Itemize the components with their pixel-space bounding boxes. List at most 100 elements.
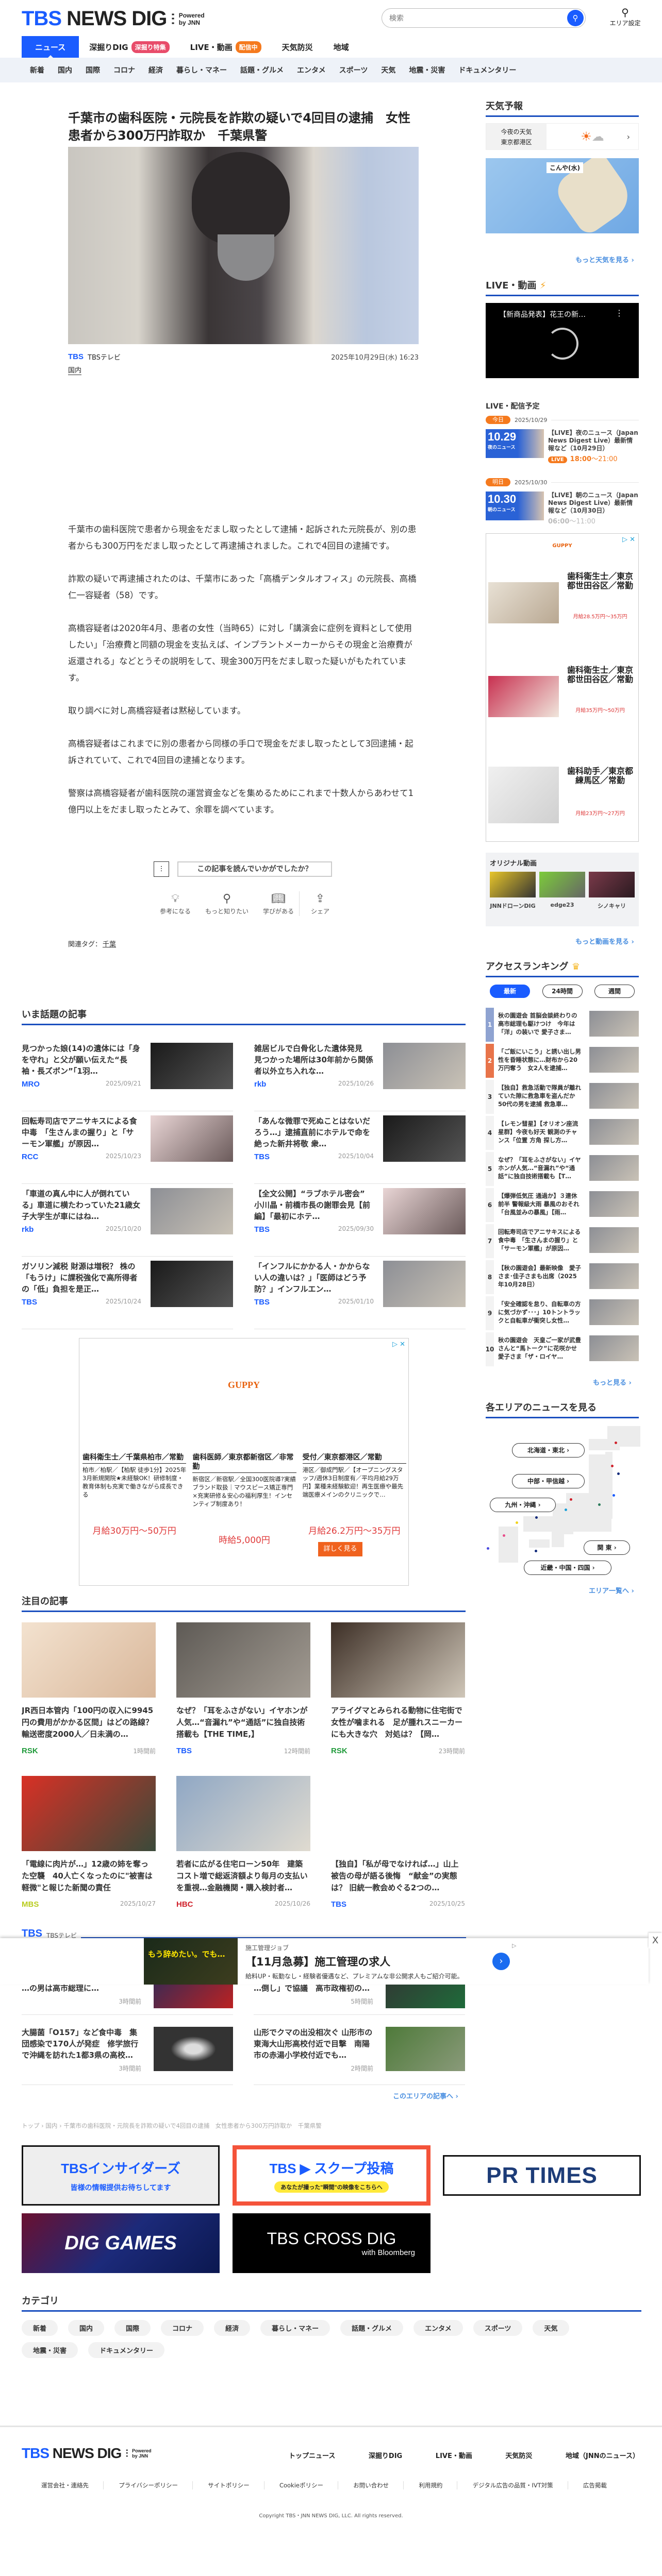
weather-map[interactable]: こんや(水) xyxy=(486,158,639,233)
area-button-hokkaido-tohoku[interactable]: 北海道・東北 › xyxy=(512,1443,585,1458)
category-chip[interactable]: ドキュメンタリー xyxy=(88,2342,165,2358)
subnav-item[interactable]: 暮らし・マネー xyxy=(176,65,227,75)
adchoices-close-icon[interactable]: ▷ ✕ xyxy=(392,1341,405,1348)
footer-nav-link[interactable]: LIVE・動画 xyxy=(436,2450,472,2460)
tab-region[interactable]: 地域 xyxy=(323,36,359,58)
category-chip[interactable]: コロナ xyxy=(161,2320,204,2336)
article-category-link[interactable]: 国内 xyxy=(68,365,82,375)
subnav-item[interactable]: エンタメ xyxy=(297,65,326,75)
ranking-item[interactable]: 2 「ご飯にいこう」と誘い出し男性を昏睡状態に…財布から20万円奪う 女2人を逮捕… xyxy=(486,1044,639,1078)
overlay-ad[interactable]: もう辞めたい。でも… 施工管理ジョブ 【11月急募】施工管理の求人 給料UP・転… xyxy=(0,1938,649,1985)
ranking-item[interactable]: 6 【爆弾低気圧 通過か】３連休前半 警報級大雨 暴風のおそれ「台風並みの暴風」【… xyxy=(486,1188,639,1222)
subnav-item[interactable]: 話題・グルメ xyxy=(240,65,284,75)
footer-nav-link[interactable]: 地域（JNNのニュース） xyxy=(566,2450,639,2460)
site-logo[interactable]: TBS NEWS DIG ⵗ Powered by JNN xyxy=(22,7,205,30)
footer-logo[interactable]: TBS NEWS DIG ⵗ Powered by JNN xyxy=(22,2445,152,2462)
area-setting-button[interactable]: ⚲ エリア設定 xyxy=(606,6,644,27)
live-schedule-item[interactable]: 10.29 夜のニュース 【LIVE】夜のニュース（Japan News Dige… xyxy=(486,429,639,463)
subnav-item[interactable]: 経済 xyxy=(148,65,163,75)
category-chip[interactable]: 暮らし・マネー xyxy=(260,2320,330,2336)
subnav-item[interactable]: スポーツ xyxy=(339,65,368,75)
chevron-right-icon[interactable]: › xyxy=(492,1953,510,1970)
area-button-kyushu-okinawa[interactable]: 九州・沖縄 › xyxy=(490,1498,556,1512)
article-list-item[interactable]: 大腸菌「O157」など食中毒 集団感染で170人が発症 修学旅行で沖縄を訪れた1… xyxy=(22,2027,233,2085)
dig-games-banner[interactable]: DIG GAMES xyxy=(22,2213,220,2273)
subnav-item[interactable]: 地震・災害 xyxy=(409,65,445,75)
category-chip[interactable]: スポーツ xyxy=(473,2320,523,2336)
tbs-insiders-banner[interactable]: TBSインサイダーズ 皆様の情報提供お待ちしてます xyxy=(22,2145,220,2206)
article-list-item[interactable]: 「あんな微罪で死ぬことはないだろう…」逮捕直前にホテルで命を絶った新井将敬 衆…… xyxy=(254,1111,466,1184)
footer-link[interactable]: 広告掲載 xyxy=(583,2481,621,2489)
original-video-item[interactable]: JNNドローンDIG xyxy=(490,872,536,910)
area-more-link[interactable]: このエリアの記事へ › xyxy=(393,2091,458,2100)
ranking-item[interactable]: 3 【独自】救急活動で隊員が離れていた隙に救急車を盗んだか 50代の男を逮捕 救急… xyxy=(486,1080,639,1114)
area-button-chubu[interactable]: 中部・甲信越 › xyxy=(512,1474,585,1488)
ranking-item[interactable]: 8 【秋の園遊会】最新映像 愛子さま･佳子さまも出席（2025年10月28日） xyxy=(486,1260,639,1294)
more-videos-link[interactable]: もっと動画を見る › xyxy=(575,936,634,946)
ranking-item[interactable]: 1 秋の園遊会 首脳会談終わりの高市総理も駆けつけ 今年は「洋」の装いで 愛子さま… xyxy=(486,1008,639,1042)
article-list-item[interactable]: 回転寿司店でアニサキスによる食中毒 「生さんまの握り」と「サーモン軍艦」が原因…… xyxy=(22,1111,233,1184)
search-icon[interactable]: ⚲ xyxy=(567,10,584,26)
ad-job-item[interactable]: 歯科助手／東京都練馬区／常勤 月給23万円〜27万円 xyxy=(488,767,636,823)
footer-nav-link[interactable]: 深掘りDIG xyxy=(369,2450,402,2460)
area-list-link[interactable]: エリア一覧へ › xyxy=(589,1585,634,1595)
tab-24h[interactable]: 24時間 xyxy=(542,985,583,998)
ranking-item[interactable]: 5 なぜ？「耳をふさがない」イヤホンが人気…“音漏れ”や“通話”に独自技術搭載も【… xyxy=(486,1152,639,1186)
tab-weather[interactable]: 天気防災 xyxy=(272,36,323,58)
reaction-helpful-button[interactable]: 💡︎ 参考になる xyxy=(150,891,201,916)
category-chip[interactable]: 国際 xyxy=(114,2320,151,2336)
live-video-player[interactable]: 【新商品発表】花王の新… ⋮ xyxy=(486,303,639,378)
category-chip[interactable]: 話題・グルメ xyxy=(340,2320,404,2336)
footer-link[interactable]: サイトポリシー xyxy=(208,2481,264,2489)
footer-link[interactable]: お問い合わせ xyxy=(353,2481,404,2489)
sidebar-job-ad[interactable]: ▷ ✕ GUPPY 歯科衛生士／東京都世田谷区／常勤 月給28.5万円〜35万円 … xyxy=(486,533,639,842)
tag-link[interactable]: 千葉 xyxy=(103,941,116,948)
footer-link[interactable]: プライバシーポリシー xyxy=(119,2481,193,2489)
original-video-item[interactable]: シノキャリ xyxy=(589,872,635,910)
live-schedule-item[interactable]: 10.30 朝のニュース 【LIVE】朝のニュース（Japan News Dige… xyxy=(486,492,639,526)
ad-details-button[interactable]: 詳しく見る xyxy=(318,1542,362,1556)
ad-job-item[interactable]: 歯科衛生士／東京都世田谷区／常勤 月給35万円〜50万円 xyxy=(488,666,636,733)
tab-fukabori-dig[interactable]: 深掘りDIG 深掘り特集 xyxy=(79,36,179,58)
article-list-item[interactable]: 雑居ビルで白骨化した遺体発見 見つかった場所は30年前から関係者以外立ち入れな…… xyxy=(254,1039,466,1111)
adchoices-close-icon[interactable]: ▷ ✕ xyxy=(622,536,635,544)
prtimes-banner[interactable]: PR TIMES xyxy=(443,2155,641,2196)
job-ad[interactable]: ▷ ✕ GUPPY 歯科衛生士／千葉県柏市／常勤 柏市／柏駅／【柏駅 徒歩1分】2… xyxy=(79,1338,409,1586)
footer-link[interactable]: 運営会社・連絡先 xyxy=(41,2481,104,2489)
ranking-item[interactable]: 4 【レモン彗星】【オリオン座流星群】今夜も好天 観測のチャンス「位置 方角 探し… xyxy=(486,1116,639,1150)
article-list-item[interactable]: 見つかった娘(14)の遺体には「身を守れ」と父が願い伝えた“長袖・長ズボン”「1… xyxy=(22,1039,233,1111)
footer-link[interactable]: 利用規約 xyxy=(419,2481,458,2489)
footer-link[interactable]: デジタル広告の品質・IVT対策 xyxy=(473,2481,568,2489)
subnav-item[interactable]: 新着 xyxy=(30,65,44,75)
ad-job-item[interactable]: 歯科衛生士／東京都世田谷区／常勤 月給28.5万円〜35万円 xyxy=(488,572,636,639)
area-button-kanto[interactable]: 関 東 › xyxy=(584,1540,630,1555)
tab-latest[interactable]: 最新 xyxy=(490,985,530,998)
share-button[interactable]: ⇪ シェア xyxy=(294,891,346,916)
footer-link[interactable]: Cookieポリシー xyxy=(279,2481,338,2489)
featured-card[interactable]: アライグマとみられる動物に住宅街で女性が噛まれる 足が腫れスニーカーにも大きな穴… xyxy=(331,1622,465,1755)
subnav-item[interactable]: ドキュメンタリー xyxy=(458,65,516,75)
category-chip[interactable]: 国内 xyxy=(68,2320,105,2336)
ranking-item[interactable]: 10 秋の園遊会 天皇ご一家が武豊さんと“馬トーク”に花咲かせ 愛子さま「ザ・ロイ… xyxy=(486,1332,639,1366)
tbs-cross-dig-banner[interactable]: TBS CROSS DIG with Bloomberg xyxy=(233,2213,431,2273)
more-ranking-link[interactable]: もっと見る › xyxy=(593,1377,632,1387)
tab-weekly[interactable]: 週間 xyxy=(594,985,635,998)
article-list-item[interactable]: 【全文公開】“ラブホテル密会” 小川晶・前橋市長の謝罪会見【前編】「最初にホテ…… xyxy=(254,1184,466,1257)
ad-job-item[interactable]: 歯科医師／東京都新宿区／非常勤 新宿区／新宿駅／全国300医院導?実績ブランド取扱… xyxy=(192,1453,296,1546)
category-chip[interactable]: 天気 xyxy=(533,2320,569,2336)
adchoices-icon[interactable]: ▷ xyxy=(512,1942,516,1949)
tab-live-video[interactable]: LIVE・動画 配信中 xyxy=(180,36,272,58)
footer-nav-link[interactable]: トップニュース xyxy=(289,2450,335,2460)
tab-news[interactable]: ニュース xyxy=(22,36,79,58)
article-list-item[interactable]: 山形でクマの出没相次ぐ 山形市の東海大山形高校付近で目撃 南陽市の赤湯小学校付近… xyxy=(254,2027,465,2085)
area-button-kinki-chugoku-shikoku[interactable]: 近畿・中国・四国 › xyxy=(524,1561,611,1575)
more-options-icon[interactable]: ⋮ xyxy=(615,308,623,318)
footer-nav-link[interactable]: 天気防災 xyxy=(505,2450,532,2460)
tonight-weather[interactable]: 今夜の天気 東京都港区 ☀☁ › xyxy=(486,123,639,150)
featured-card[interactable]: 【独自】「私が母でなければ…」山上被告の母が語る後悔 “献金”の実態は？ 旧統一… xyxy=(331,1776,465,1909)
featured-card[interactable]: 若者に広がる住宅ローン50年 建築コスト増で総返済額より毎月の支払いを重視…金融… xyxy=(176,1776,310,1909)
search-input[interactable] xyxy=(389,14,567,22)
ranking-item[interactable]: 9 「安全確認を怠り、自転車の方に気づかず･･･」10トントラックと自転車が衝突し… xyxy=(486,1296,639,1330)
featured-card[interactable]: JR西日本管内「100円の収入に9945円の費用がかかる区間」はどの路線？輸送密… xyxy=(22,1622,156,1755)
more-weather-link[interactable]: もっと天気を見る › xyxy=(575,255,634,264)
